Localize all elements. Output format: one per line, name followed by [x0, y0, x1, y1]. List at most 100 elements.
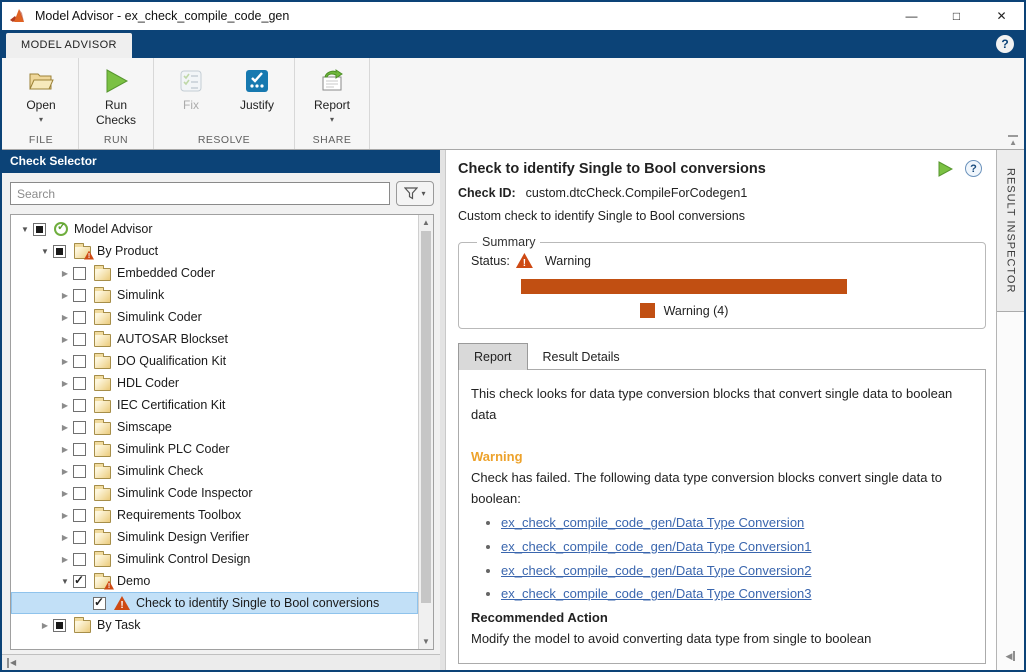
warning-heading: Warning [471, 448, 523, 464]
expand-icon[interactable]: ▶ [57, 379, 73, 388]
tree-item[interactable]: ▼ By Product [11, 240, 418, 262]
tree-checkbox[interactable] [73, 332, 86, 346]
block-link[interactable]: ex_check_compile_code_gen/Data Type Conv… [501, 539, 812, 554]
tree-checkbox[interactable] [73, 420, 86, 434]
expand-icon[interactable]: ▶ [57, 357, 73, 366]
expand-icon[interactable]: ▶ [57, 533, 73, 542]
tree-item[interactable]: ▶ Simulink Control Design [11, 548, 418, 570]
tree-checkbox[interactable] [73, 508, 86, 522]
tree-scrollbar[interactable]: ▲ ▼ [418, 215, 433, 649]
tree-item[interactable]: ▶ IEC Certification Kit [11, 394, 418, 416]
folder-icon [94, 352, 111, 369]
collapse-icon[interactable]: ▼ [17, 225, 33, 234]
tree-checkbox[interactable] [73, 354, 86, 368]
tree-item[interactable]: Check to identify Single to Bool convers… [11, 592, 418, 614]
collapse-left-panel-icon[interactable]: ◀ [7, 657, 16, 668]
tree-checkbox[interactable] [73, 552, 86, 566]
justify-button-label: Justify [239, 98, 274, 112]
tree-item[interactable]: ▶ Simulink Coder [11, 306, 418, 328]
expand-result-inspector[interactable]: ◀ [997, 646, 1024, 664]
tree-checkbox[interactable] [93, 595, 106, 610]
tree-checkbox[interactable] [73, 442, 86, 456]
check-help-icon[interactable]: ? [965, 160, 982, 177]
fix-button-label: Fix [183, 98, 199, 112]
close-button[interactable]: ✕ [979, 2, 1024, 30]
tree-checkbox[interactable] [73, 573, 86, 588]
tree-item[interactable]: ▶ Simulink Check [11, 460, 418, 482]
tab-result-details[interactable]: Result Details [528, 344, 635, 370]
tree-item[interactable]: ▼ Demo [11, 570, 418, 592]
block-link[interactable]: ex_check_compile_code_gen/Data Type Conv… [501, 515, 804, 530]
tree-item[interactable]: ▶ AUTOSAR Blockset [11, 328, 418, 350]
expand-icon[interactable]: ▶ [57, 423, 73, 432]
tree-item[interactable]: ▶ Simscape [11, 416, 418, 438]
folder-icon [94, 264, 111, 281]
maximize-button[interactable]: □ [934, 2, 979, 30]
tree-item[interactable]: ▼ Model Advisor [11, 218, 418, 240]
expand-icon[interactable]: ▶ [57, 511, 73, 520]
tree-checkbox[interactable] [73, 464, 86, 478]
tree-checkbox[interactable] [73, 398, 86, 412]
link-list-item: ex_check_compile_code_gen/Data Type Conv… [501, 561, 973, 582]
tree-checkbox[interactable] [53, 244, 66, 258]
tree-item[interactable]: ▶ Requirements Toolbox [11, 504, 418, 526]
tree-item[interactable]: ▶ Simulink [11, 284, 418, 306]
toolbar-group-file: Open ▾ FILE [4, 58, 79, 149]
summary-section: Summary Status: Warning Warning (4) [458, 235, 986, 329]
folder-icon [94, 528, 111, 545]
tree-checkbox[interactable] [73, 310, 86, 324]
justify-button[interactable]: Justify [226, 64, 288, 113]
scroll-down-icon[interactable]: ▼ [419, 637, 433, 646]
search-input[interactable] [10, 182, 390, 205]
tree-item[interactable]: ▶ Embedded Coder [11, 262, 418, 284]
tree-checkbox[interactable] [53, 618, 66, 632]
expand-icon[interactable]: ▶ [57, 313, 73, 322]
expand-icon[interactable]: ▶ [57, 489, 73, 498]
block-link[interactable]: ex_check_compile_code_gen/Data Type Conv… [501, 586, 812, 601]
collapse-icon[interactable]: ▼ [57, 577, 73, 586]
scrollbar-thumb[interactable] [421, 231, 431, 603]
expand-icon[interactable]: ▶ [57, 555, 73, 564]
tree-checkbox[interactable] [73, 288, 86, 302]
tree-item[interactable]: ▶ HDL Coder [11, 372, 418, 394]
folder-icon [94, 330, 111, 347]
collapse-panel-up-icon[interactable]: ▲ [1008, 135, 1018, 148]
tree-item[interactable]: ▶ By Task [11, 614, 418, 636]
filter-button[interactable]: ▾ [396, 181, 434, 206]
run-icon [103, 66, 129, 96]
ribbon-help-icon[interactable]: ? [996, 35, 1014, 53]
expand-icon[interactable]: ▶ [57, 467, 73, 476]
run-checks-button[interactable]: Run Checks [85, 64, 147, 128]
expand-icon[interactable]: ▶ [57, 445, 73, 454]
expand-icon[interactable]: ▶ [37, 621, 53, 630]
toolbar-group-label-file: FILE [28, 134, 54, 146]
collapse-icon[interactable]: ▼ [37, 247, 53, 256]
report-button[interactable]: Report ▾ [301, 64, 363, 124]
expand-icon[interactable]: ▶ [57, 269, 73, 278]
matlab-logo-icon [10, 9, 24, 22]
check-id-value: custom.dtcCheck.CompileForCodegen1 [525, 186, 748, 200]
tree-item[interactable]: ▶ Simulink Design Verifier [11, 526, 418, 548]
tree-item[interactable]: ▶ DO Qualification Kit [11, 350, 418, 372]
tab-model-advisor[interactable]: MODEL ADVISOR [6, 33, 132, 58]
tab-report[interactable]: Report [458, 343, 528, 370]
tree-checkbox[interactable] [73, 266, 86, 280]
tree-checkbox[interactable] [73, 376, 86, 390]
block-link[interactable]: ex_check_compile_code_gen/Data Type Conv… [501, 563, 812, 578]
run-check-icon[interactable] [937, 160, 953, 177]
tree-checkbox[interactable] [73, 486, 86, 500]
tree-item[interactable]: ▶ Simulink Code Inspector [11, 482, 418, 504]
expand-icon[interactable]: ▶ [57, 335, 73, 344]
fix-button[interactable]: Fix [160, 64, 222, 113]
tree-checkbox[interactable] [33, 222, 46, 236]
title-bar: Model Advisor - ex_check_compile_code_ge… [2, 2, 1024, 30]
minimize-button[interactable]: — [889, 2, 934, 30]
expand-icon[interactable]: ▶ [57, 291, 73, 300]
expand-icon[interactable]: ▶ [57, 401, 73, 410]
result-inspector-tab[interactable]: RESULT INSPECTOR [997, 150, 1024, 312]
tree-item[interactable]: ▶ Simulink PLC Coder [11, 438, 418, 460]
scroll-up-icon[interactable]: ▲ [419, 218, 433, 227]
window-title: Model Advisor - ex_check_compile_code_ge… [35, 9, 290, 23]
tree-checkbox[interactable] [73, 530, 86, 544]
open-button[interactable]: Open ▾ [10, 64, 72, 124]
